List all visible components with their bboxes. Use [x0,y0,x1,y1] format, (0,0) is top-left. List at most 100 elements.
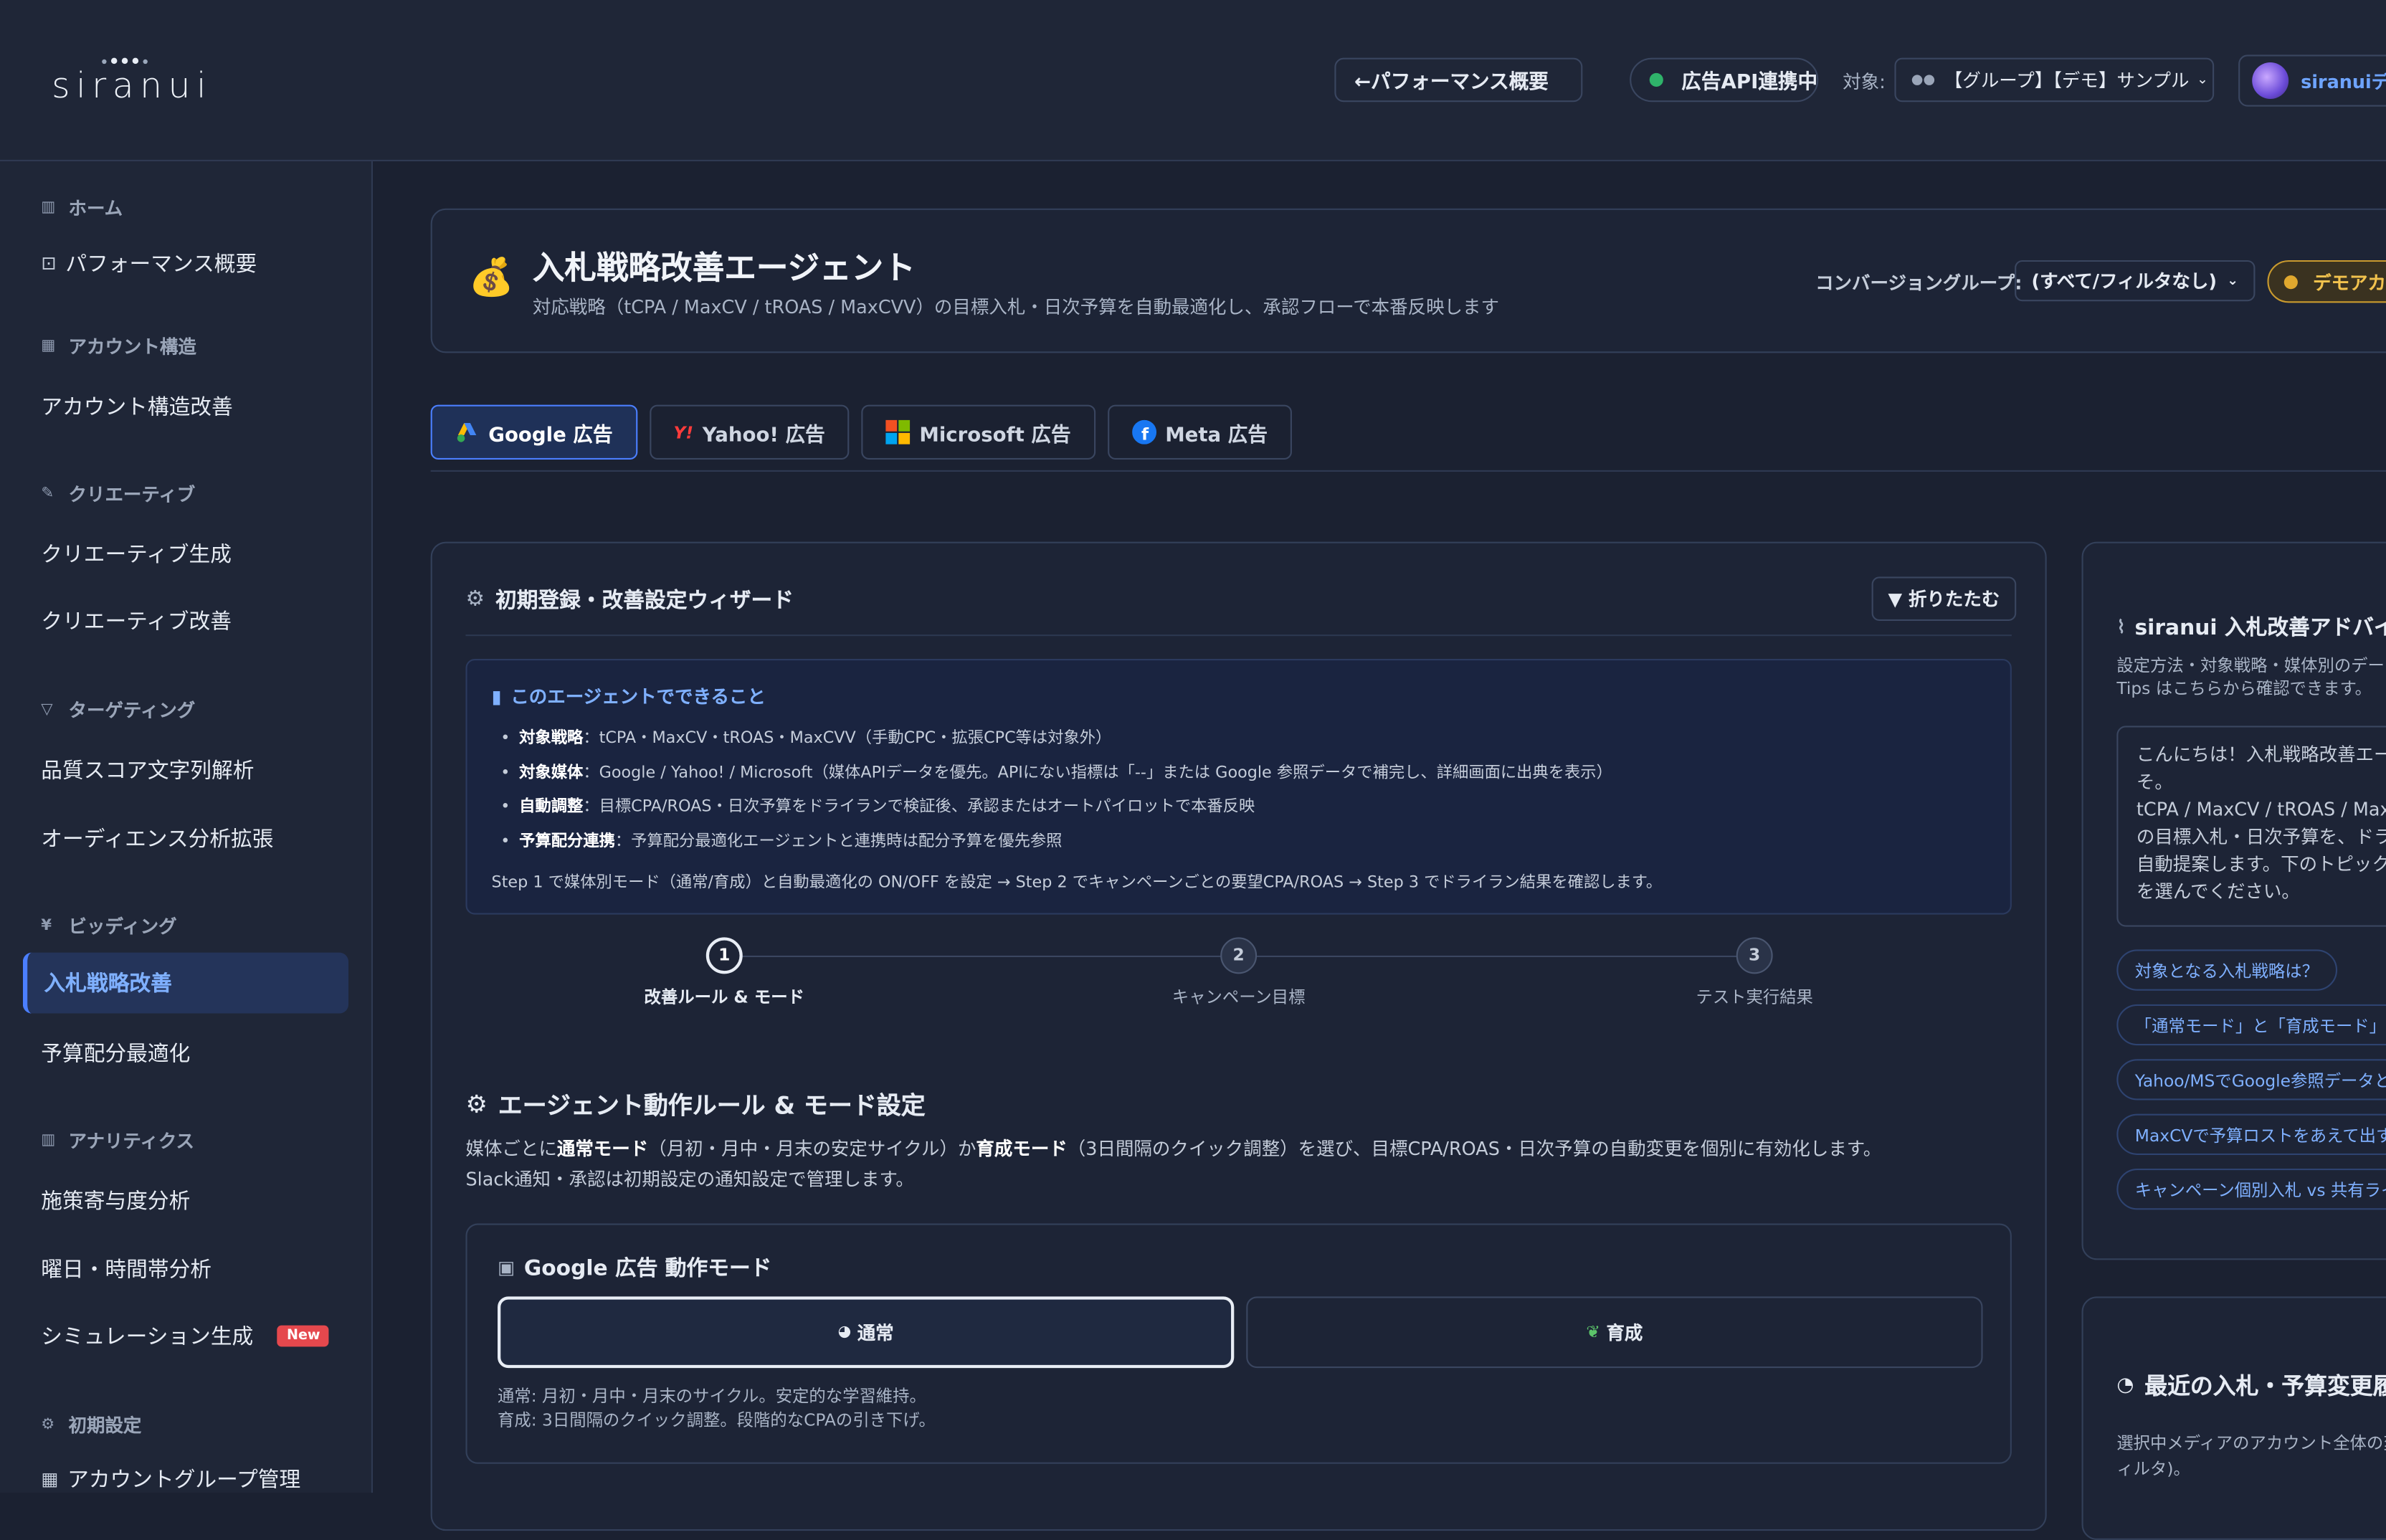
rules-description: 媒体ごとに通常モード（月初・月中・月末の安定サイクル）か育成モード（3日間隔のク… [465,1138,1882,1190]
sidebar-item-budget-opt[interactable]: 予算配分最適化 [41,1038,190,1068]
siranui-logo[interactable]: siranui [52,57,227,110]
tab-yahoo[interactable]: Y! Yahoo! 広告 [649,404,850,460]
mode-grow-button[interactable]: ❦ 育成 [1246,1296,1983,1369]
yahoo-icon: Y! [673,422,694,442]
mode-normal-button[interactable]: ◕ 通常 [498,1296,1235,1369]
building-icon: ▦ [41,1468,59,1490]
sidebar-item-day-time[interactable]: 曜日・時間帯分析 [41,1254,211,1284]
book-icon: ▮ [491,685,502,707]
page-title: 入札戦略改善エージェント [532,249,916,287]
capabilities-list: 対象戦略：tCPA・MaxCV・tROAS・MaxCVV（手動CPC・拡張CPC… [500,721,1612,858]
target-group-value: 【グループ】【デモ】サンプル [1944,70,2190,92]
target-group-select[interactable]: ●● 【グループ】【デモ】サンプル ⌄ [1894,57,2215,103]
advisor-title: ⌇siranui 入札改善アドバイザー [2116,616,2386,641]
money-bag-icon: 💰 [468,255,515,298]
step-3[interactable]: 3 テスト実行結果 [1640,937,1868,1009]
sidebar-item-creative-improve[interactable]: クリエーティブ改善 [41,606,232,636]
target-label: 対象: [1843,71,1886,93]
user-menu[interactable]: siranuiデモ [2238,54,2386,107]
advisor-topic-chip[interactable]: 「通常モード」と「育成モード」 [2116,1004,2386,1046]
advisor-topic-chip[interactable]: Yahoo/MSでGoogle参照データと [2116,1059,2386,1101]
sidebar-item-bid-improve[interactable]: 入札戦略改善 [22,952,349,1014]
api-status-badge[interactable]: 広告API連携中 [1630,57,1819,103]
sprout-icon: ❦ [1586,1322,1600,1342]
back-to-performance-button[interactable]: ←パフォーマンス概要 [1334,57,1583,103]
list-item: 予算配分連携：予算配分最適化エージェントと連携時は配分予算を優先参照 [500,824,1612,858]
recent-changes-title: ◔最近の入札・予算変更履歴 [2116,1372,2386,1400]
waveform-icon: ⌇ [2116,616,2126,638]
tab-microsoft[interactable]: Microsoft 広告 [861,404,1095,460]
sidebar-item-performance[interactable]: ⊡ パフォーマンス概要 [41,248,257,278]
sidebar-item-creative-gen[interactable]: クリエーティブ生成 [41,538,232,569]
top-header: siranui ←パフォーマンス概要 広告API連携中 対象: ●● 【グループ… [0,0,2386,161]
step-number: 3 [1736,937,1773,974]
facebook-icon: f [1131,419,1156,445]
clock-icon: ◔ [2116,1374,2134,1397]
setup-wizard-card: ⚙ 初期登録・改善設定ウィザード ▼ 折りたたむ ▮ このエージェントでできること … [430,541,2047,1531]
rules-title: ⚙ エージェント動作ルール & モード設定 [465,1088,926,1121]
demo-account-badge: デモアカウント [2267,260,2386,303]
cv-group-label: コンバージョングループ: [1815,272,2023,294]
wizard-title: ⚙ 初期登録・改善設定ウィザード [465,587,794,614]
group-icon: ●● [1911,72,1936,88]
step-2[interactable]: 2 キャンペーン目標 [1124,937,1352,1009]
step-number: 2 [1220,937,1258,974]
sidebar-item-account-group[interactable]: ▦ アカウントグループ管理 [41,1464,300,1494]
sidebar-item-account-improve[interactable]: アカウント構造改善 [41,391,232,421]
microsoft-icon [885,419,911,445]
gear-icon: ⚙ [465,587,485,612]
clock-icon: ◕ [837,1323,852,1341]
sidebar-section-bidding: ¥ ビッディング [41,916,177,938]
collapse-button[interactable]: ▼ 折りたたむ [1871,576,2017,621]
gear-icon: ⚙ [41,1415,55,1433]
list-item: 対象媒体：Google / Yahoo! / Microsoft（媒体APIデー… [500,756,1612,790]
tabs-divider [430,470,2386,472]
sidebar: ▥ ホーム ⊡ パフォーマンス概要 ▦ アカウント構造 アカウント構造改善 ✎ クリエー… [0,161,373,1493]
monitor-chart-icon: ⊡ [41,252,57,275]
divider [465,634,2012,637]
advisor-topic-chip[interactable]: キャンペーン個別入札 vs 共有ライブラリ [2116,1169,2386,1210]
tab-google[interactable]: Google 広告 [430,404,637,460]
advisor-topic-chip[interactable]: 対象となる入札戦略は？ [2116,949,2337,991]
new-badge: New [277,1325,330,1347]
sidebar-section-account-structure: ▦ アカウント構造 [41,336,196,358]
sidebar-item-contribution[interactable]: 施策寄与度分析 [41,1185,190,1215]
agent-capabilities-box: ▮このエージェントでできること 対象戦略：tCPA・MaxCV・tROAS・Ma… [465,659,2012,915]
chevron-down-icon: ⌄ [2197,72,2209,88]
step-1[interactable]: 1 改善ルール & モード [610,937,838,1009]
svg-text:f: f [1141,424,1149,444]
advisor-description: 設定方法・対象戦略・媒体別のデー Tips はこちらから確認できます。 [2116,655,2385,699]
list-item: 対象戦略：tCPA・MaxCV・tROAS・MaxCVV（手動CPC・拡張CPC… [500,721,1612,756]
advisor-panel: ⌇siranui 入札改善アドバイザー 設定方法・対象戦略・媒体別のデー Tip… [2081,541,2386,1260]
step-label: テスト実行結果 [1696,987,1813,1008]
logo-text: siranui [52,67,213,107]
sidebar-item-simulation[interactable]: シミュレーション生成 New [41,1321,330,1351]
page-subtitle: 対応戦略（tCPA / MaxCV / tROAS / MaxCVV）の目標入札… [532,296,1499,318]
tab-meta[interactable]: f Meta 広告 [1107,404,1292,460]
sidebar-item-audience[interactable]: オーディエンス分析拡張 [41,823,273,853]
step-number: 1 [705,937,743,974]
building-icon: ▦ [41,337,56,354]
sidebar-section-analytics: ▥ アナリティクス [41,1130,195,1152]
bar-chart-icon: ▥ [41,198,56,216]
user-name: siranuiデモ [2301,70,2386,92]
media-tabs: Google 広告 Y! Yahoo! 広告 Microsoft 広告 f Me… [430,404,1292,460]
status-dot-icon [1649,72,1663,87]
list-item: 自動調整：目標CPA/ROAS・日次予算をドライランで検証後、承認またはオートパ… [500,790,1612,824]
cv-group-select[interactable]: (すべて/フィルタなし) ⌄ [2015,260,2256,302]
mode-title: ▣ Google 広告 動作モード [498,1257,772,1282]
advisor-topic-chip[interactable]: MaxCVで予算ロストをあえて出す [2116,1113,2386,1155]
sidebar-item-quality-score[interactable]: 品質スコア文字列解析 [41,755,254,785]
capabilities-title: ▮ このエージェントでできること [491,685,766,708]
cv-group-value: (すべて/フィルタなし) [2031,270,2217,293]
chevron-down-icon: ⌄ [2227,272,2239,289]
status-dot-icon [2283,275,2298,289]
logo-dots-icon [102,57,148,65]
gear-icon: ⚙ [465,1088,488,1118]
sidebar-section-initial-settings: ⚙ 初期設定 [41,1415,142,1437]
google-ads-icon [457,423,477,442]
yen-coin-icon: ¥ [41,916,52,934]
page-header-card: 💰 入札戦略改善エージェント 対応戦略（tCPA / MaxCV / tROAS… [430,208,2386,353]
filter-icon: ▽ [41,700,53,718]
sidebar-section-home: ▥ ホーム [41,197,123,219]
